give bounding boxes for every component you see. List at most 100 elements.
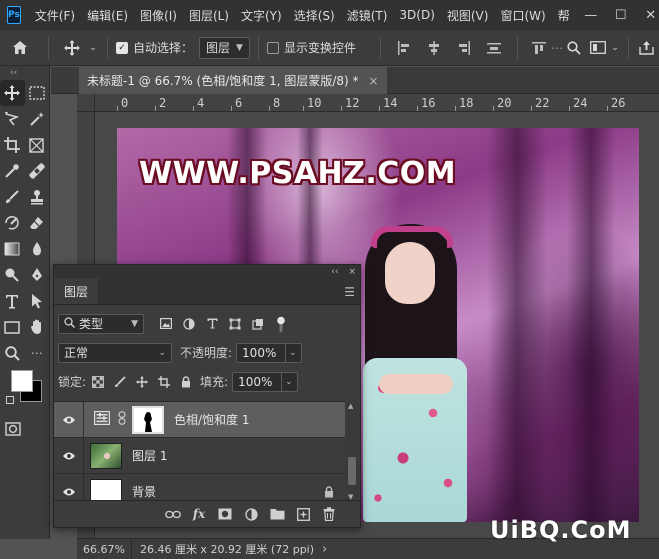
lasso-tool-icon[interactable]	[0, 106, 25, 132]
menu-edit[interactable]: 编辑(E)	[81, 7, 134, 24]
fill-dropdown-button[interactable]: ⌄	[282, 371, 299, 392]
new-adjustment-layer-icon[interactable]	[238, 504, 264, 524]
path-select-tool-icon[interactable]	[25, 288, 50, 314]
new-group-folder-icon[interactable]	[264, 504, 290, 524]
minimize-button[interactable]: —	[576, 0, 606, 30]
crop-tool-icon[interactable]	[0, 132, 25, 158]
hand-tool-icon[interactable]	[25, 314, 50, 340]
align-center-icon[interactable]	[419, 40, 449, 55]
align-top-icon[interactable]	[526, 41, 552, 55]
zoom-level[interactable]: 66.67%	[77, 538, 132, 559]
search-icon[interactable]	[562, 40, 586, 55]
type-filter-icon[interactable]	[206, 318, 218, 330]
blur-tool-icon[interactable]	[25, 236, 50, 262]
menu-help[interactable]: 帮	[552, 7, 576, 24]
delete-layer-trash-icon[interactable]	[316, 504, 342, 524]
menu-select[interactable]: 选择(S)	[288, 7, 341, 24]
gradient-tool-icon[interactable]	[0, 236, 25, 262]
share-icon[interactable]	[637, 40, 657, 55]
pen-tool-icon[interactable]	[25, 262, 50, 288]
dodge-tool-icon[interactable]	[0, 262, 25, 288]
marquee-tool-icon[interactable]	[25, 80, 50, 106]
visibility-eye-icon[interactable]	[54, 402, 84, 438]
blend-mode-dropdown[interactable]: 正常 ⌄	[58, 342, 172, 363]
brush-tool-icon[interactable]	[0, 184, 25, 210]
lock-all-icon[interactable]	[180, 375, 192, 388]
menu-image[interactable]: 图像(I)	[134, 7, 183, 24]
status-menu-arrow-icon[interactable]: ›	[322, 542, 327, 557]
layer-style-fx-icon[interactable]: fx	[186, 504, 212, 524]
zoom-tool-icon[interactable]	[0, 340, 25, 366]
layers-scrollbar[interactable]: ▲ ▼	[345, 401, 359, 502]
pixel-filter-icon[interactable]	[160, 318, 172, 330]
rectangle-tool-icon[interactable]	[0, 314, 25, 340]
filter-toggle-icon[interactable]	[275, 316, 287, 332]
auto-select-target-dropdown[interactable]: 图层 ▼	[199, 36, 250, 59]
history-brush-tool-icon[interactable]	[0, 210, 25, 236]
menu-3d[interactable]: 3D(D)	[393, 8, 440, 22]
quick-mask-icon[interactable]	[0, 416, 25, 442]
healing-brush-tool-icon[interactable]	[25, 158, 50, 184]
visibility-eye-icon[interactable]	[54, 473, 84, 502]
move-tool-icon[interactable]	[57, 39, 87, 56]
shape-filter-icon[interactable]	[229, 318, 241, 330]
fill-input[interactable]: 100%	[232, 371, 283, 392]
panel-menu-icon[interactable]: ☰	[344, 285, 355, 299]
chevron-down-icon[interactable]: ⌄	[87, 43, 99, 53]
home-icon[interactable]	[0, 40, 40, 55]
opacity-input[interactable]: 100%	[236, 342, 287, 363]
maximize-button[interactable]: ☐	[606, 0, 636, 30]
align-left-icon[interactable]	[389, 40, 419, 55]
more-tools-icon[interactable]: ⋯	[25, 340, 50, 366]
menu-layer[interactable]: 图层(L)	[183, 7, 235, 24]
add-mask-icon[interactable]	[212, 504, 238, 524]
layer-mask-thumbnail[interactable]	[132, 405, 164, 434]
align-right-icon[interactable]	[449, 40, 479, 55]
document-tab[interactable]: 未标题-1 @ 66.7% (色相/饱和度 1, 图层蒙版/8) * ×	[79, 67, 387, 94]
frame-tool-icon[interactable]	[25, 132, 50, 158]
menu-file[interactable]: 文件(F)	[29, 7, 81, 24]
more-icon[interactable]: ⋯	[551, 41, 563, 55]
new-layer-icon[interactable]	[290, 504, 316, 524]
layer-thumbnail[interactable]	[90, 442, 122, 469]
chevron-down-icon[interactable]: ⌄	[610, 43, 620, 53]
workspace-icon[interactable]	[586, 41, 610, 54]
layer-row-hue-saturation[interactable]: 色相/饱和度 1	[54, 402, 346, 438]
toolbar-collapse-icon[interactable]: ‹‹	[0, 66, 49, 80]
collapse-panel-icon[interactable]: ‹‹	[331, 267, 338, 277]
auto-select-checkbox[interactable]: ✓	[116, 41, 128, 54]
lock-position-icon[interactable]	[136, 375, 149, 388]
smart-object-filter-icon[interactable]	[252, 318, 264, 330]
layer-row-background[interactable]: 背景	[54, 473, 346, 502]
lock-artboard-icon[interactable]	[158, 375, 171, 388]
close-icon[interactable]: ×	[369, 74, 379, 88]
tab-layers[interactable]: 图层	[54, 278, 99, 304]
lock-transparent-pixels-icon[interactable]	[92, 375, 105, 388]
foreground-color-swatch[interactable]	[11, 370, 33, 392]
magic-wand-tool-icon[interactable]	[25, 106, 50, 132]
lock-image-pixels-icon[interactable]	[114, 375, 126, 388]
layer-row-layer-1[interactable]: 图层 1	[54, 437, 346, 474]
eyedropper-tool-icon[interactable]	[0, 158, 25, 184]
menu-window[interactable]: 窗口(W)	[494, 7, 551, 24]
scroll-up-icon[interactable]: ▲	[348, 402, 353, 410]
show-transform-checkbox[interactable]	[266, 41, 279, 54]
mask-link-icon[interactable]	[118, 411, 126, 428]
menu-view[interactable]: 视图(V)	[441, 7, 495, 24]
adjustment-filter-icon[interactable]	[183, 317, 195, 330]
menu-type[interactable]: 文字(Y)	[235, 7, 288, 24]
opacity-dropdown-button[interactable]: ⌄	[286, 342, 303, 363]
visibility-eye-icon[interactable]	[54, 437, 84, 474]
layer-filter-dropdown[interactable]: 类型 ▼	[58, 313, 144, 334]
layer-thumbnail[interactable]	[90, 478, 122, 502]
stamp-tool-icon[interactable]	[25, 184, 50, 210]
type-tool-icon[interactable]	[0, 288, 25, 314]
default-colors-icon[interactable]	[6, 396, 14, 404]
menu-filter[interactable]: 滤镜(T)	[341, 7, 394, 24]
eraser-tool-icon[interactable]	[25, 210, 50, 236]
scrollbar-thumb[interactable]	[348, 457, 356, 485]
close-window-button[interactable]: ✕	[636, 0, 659, 30]
distribute-icon[interactable]	[479, 41, 509, 55]
move-tool-icon[interactable]	[0, 80, 25, 106]
link-layers-icon[interactable]	[160, 504, 186, 524]
